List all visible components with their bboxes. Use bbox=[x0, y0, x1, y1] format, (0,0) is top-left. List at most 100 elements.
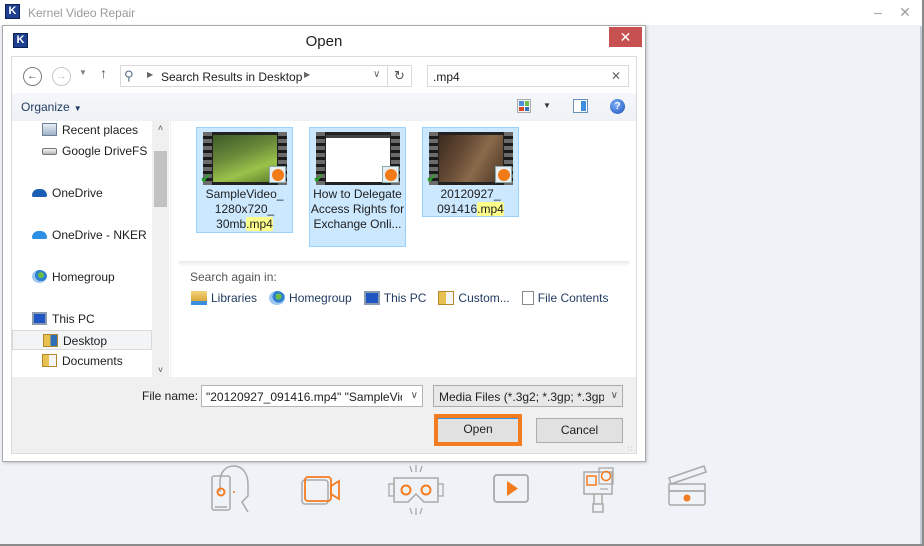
open-button[interactable]: Open bbox=[434, 414, 522, 446]
chevron-down-icon: ▼ bbox=[73, 104, 82, 113]
nav-item-google-drivefs[interactable]: Google DriveFS bbox=[12, 141, 152, 161]
this-pc-icon bbox=[363, 291, 380, 305]
dialog-title: Open bbox=[305, 33, 343, 50]
address-dropdown-icon[interactable]: ∨ bbox=[373, 69, 380, 80]
file-type-select[interactable]: Media Files (*.3g2; *.3gp; *.3gp2; *.mp4… bbox=[433, 385, 623, 407]
recent-locations-dropdown[interactable]: ▼ bbox=[79, 68, 87, 77]
this-pc-icon bbox=[32, 312, 47, 325]
media-player-icon bbox=[495, 166, 512, 183]
chevron-down-icon: ∨ bbox=[610, 390, 618, 401]
minimize-button[interactable]: – bbox=[870, 4, 886, 20]
checkmark-icon: ✔ bbox=[426, 170, 438, 186]
nav-item-desktop[interactable]: Desktop bbox=[12, 330, 152, 350]
dialog-close-button[interactable]: ✕ bbox=[609, 27, 642, 47]
change-view-icon[interactable] bbox=[517, 99, 531, 113]
file-item[interactable]: ✔ How to Delegate Access Rights for Exch… bbox=[309, 127, 406, 247]
app-close-button[interactable]: ✕ bbox=[897, 4, 913, 20]
preview-pane-icon[interactable] bbox=[573, 99, 588, 113]
search-again-file-contents[interactable]: File Contents bbox=[521, 291, 608, 305]
search-input[interactable]: .mp4 ✕ bbox=[427, 65, 629, 87]
nav-item-recent-places[interactable]: Recent places bbox=[12, 120, 152, 140]
file-name-input[interactable]: "20120927_091416.mp4" "SampleVideo_1280x… bbox=[201, 385, 423, 407]
nav-pane-scrollbar[interactable]: ˄ ˅ bbox=[152, 121, 169, 377]
onedrive-icon bbox=[32, 231, 47, 239]
file-item[interactable]: ✔ 20120927_ 091416.mp4 bbox=[422, 127, 519, 217]
file-name: How to Delegate Access Rights for Exchan… bbox=[310, 187, 405, 231]
phone-recording-icon[interactable] bbox=[206, 462, 256, 518]
nav-item-documents[interactable]: Documents bbox=[12, 351, 152, 371]
media-player-icon bbox=[382, 166, 399, 183]
app-logo-icon: K bbox=[5, 4, 20, 19]
app-window: K Kernel Video Repair – ✕ K Open ✕ ← → ▼… bbox=[0, 0, 924, 546]
app-edge bbox=[920, 26, 922, 544]
refresh-button[interactable]: ↻ bbox=[388, 65, 412, 87]
nav-item-onedrive[interactable]: OneDrive bbox=[12, 183, 152, 203]
action-camera-icon[interactable] bbox=[578, 462, 628, 518]
dialog-titlebar: K Open ✕ bbox=[3, 26, 645, 56]
search-value: .mp4 bbox=[433, 70, 460, 84]
recent-places-icon bbox=[42, 123, 57, 136]
dialog-content: ← → ▼ ↑ ⚲ ▶ Search Results in Desktop ▶ … bbox=[11, 56, 637, 454]
organize-label: Organize bbox=[21, 100, 70, 114]
scrollbar-thumb[interactable] bbox=[154, 151, 167, 207]
app-title: Kernel Video Repair bbox=[28, 6, 136, 20]
open-dialog: K Open ✕ ← → ▼ ↑ ⚲ ▶ Search Results in D… bbox=[2, 25, 646, 462]
drive-icon bbox=[42, 148, 57, 155]
file-contents-icon bbox=[521, 291, 534, 305]
search-location-icon: ⚲ bbox=[124, 68, 134, 83]
clear-search-icon[interactable]: ✕ bbox=[611, 69, 621, 83]
desktop-folder-icon bbox=[43, 334, 58, 347]
view-options-dropdown[interactable]: ▼ bbox=[543, 101, 551, 110]
vr-headset-icon[interactable] bbox=[386, 462, 446, 518]
highlight-match: .mp4 bbox=[477, 202, 504, 216]
search-again-title: Search again in: bbox=[190, 270, 277, 284]
navigation-pane: Recent places Google DriveFS OneDrive On… bbox=[12, 121, 170, 377]
file-name: 20120927_ 091416.mp4 bbox=[437, 187, 504, 216]
resize-grip-icon[interactable]: ∷ bbox=[628, 445, 632, 453]
onedrive-icon bbox=[32, 189, 47, 197]
custom-folder-icon bbox=[438, 291, 455, 305]
homegroup-icon bbox=[269, 291, 286, 305]
checkmark-icon: ✔ bbox=[200, 170, 212, 186]
up-button[interactable]: ↑ bbox=[100, 65, 107, 81]
scroll-up-icon[interactable]: ˄ bbox=[152, 123, 169, 133]
media-player-icon bbox=[269, 166, 286, 183]
search-again-this-pc[interactable]: This PC bbox=[363, 291, 426, 305]
toolbar: Organize ▼ ▼ ? bbox=[12, 93, 636, 121]
search-again-custom[interactable]: Custom... bbox=[438, 291, 510, 305]
homegroup-icon bbox=[32, 270, 47, 283]
search-again-homegroup[interactable]: Homegroup bbox=[269, 291, 352, 305]
play-button-icon[interactable] bbox=[488, 462, 538, 518]
search-again-section: Search again in: Libraries Homegroup Thi… bbox=[171, 261, 637, 371]
breadcrumb-arrow-icon[interactable]: ▶ bbox=[304, 70, 310, 79]
file-type-value: Media Files (*.3g2; *.3gp; *.3gp2; *.mp4… bbox=[439, 390, 604, 404]
nav-item-onedrive-nker[interactable]: OneDrive - NKER bbox=[12, 225, 152, 245]
clapperboard-icon[interactable] bbox=[666, 462, 710, 518]
file-item[interactable]: ✔ SampleVideo_ 1280x720_ 30mb.mp4 bbox=[196, 127, 293, 233]
navigation-bar: ← → ▼ ↑ ⚲ ▶ Search Results in Desktop ▶ … bbox=[12, 57, 636, 93]
file-list-pane: ✔ SampleVideo_ 1280x720_ 30mb.mp4 ✔ How … bbox=[170, 121, 636, 377]
feature-icons bbox=[200, 462, 720, 522]
app-titlebar: K Kernel Video Repair – ✕ bbox=[0, 0, 922, 26]
scroll-down-icon[interactable]: ˅ bbox=[152, 365, 169, 375]
nav-item-this-pc[interactable]: This PC bbox=[12, 309, 152, 329]
breadcrumb-arrow-icon[interactable]: ▶ bbox=[147, 70, 153, 79]
documents-folder-icon bbox=[42, 354, 57, 367]
address-bar[interactable]: ⚲ ▶ Search Results in Desktop ▶ ∨ bbox=[120, 65, 388, 87]
forward-button[interactable]: → bbox=[52, 67, 71, 86]
divider bbox=[179, 261, 629, 267]
breadcrumb-location[interactable]: Search Results in Desktop bbox=[161, 70, 302, 84]
help-icon[interactable]: ? bbox=[610, 99, 625, 114]
file-name-value: "20120927_091416.mp4" "SampleVideo_1280x… bbox=[206, 390, 402, 404]
video-camera-icon[interactable] bbox=[296, 462, 346, 518]
libraries-icon bbox=[191, 291, 207, 305]
file-name: SampleVideo_ 1280x720_ 30mb.mp4 bbox=[205, 187, 284, 231]
search-again-libraries[interactable]: Libraries bbox=[191, 291, 257, 305]
organize-button[interactable]: Organize ▼ bbox=[21, 100, 82, 114]
back-button[interactable]: ← bbox=[23, 67, 42, 86]
cancel-button[interactable]: Cancel bbox=[536, 418, 623, 443]
checkmark-icon: ✔ bbox=[313, 170, 325, 186]
chevron-down-icon[interactable]: ∨ bbox=[411, 390, 418, 401]
file-name-label: File name: bbox=[142, 389, 199, 403]
nav-item-homegroup[interactable]: Homegroup bbox=[12, 267, 152, 287]
